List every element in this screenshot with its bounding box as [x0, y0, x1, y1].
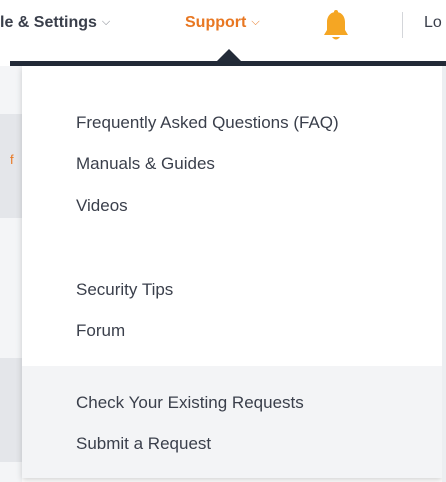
menu-item-forum[interactable]: Forum	[76, 321, 125, 341]
chevron-down-icon: ⌵	[101, 16, 111, 28]
chevron-down-icon: ⌵	[251, 16, 260, 28]
menu-item-faq[interactable]: Frequently Asked Questions (FAQ)	[76, 113, 339, 133]
background-edge	[442, 66, 446, 482]
nav-item-login[interactable]: Lo	[424, 14, 442, 32]
background-band	[0, 358, 22, 462]
menu-item-security-tips[interactable]: Security Tips	[76, 280, 173, 300]
background-text-fragment: f	[10, 152, 14, 167]
background-page: f	[0, 66, 22, 482]
menu-item-check-requests[interactable]: Check Your Existing Requests	[76, 393, 304, 413]
nav-item-support[interactable]: Support ⌵	[185, 14, 260, 32]
dropdown-footer: Check Your Existing Requests Submit a Re…	[22, 366, 442, 478]
nav-item-label: le & Settings	[0, 14, 97, 31]
menu-item-manuals-guides[interactable]: Manuals & Guides	[76, 154, 215, 174]
nav-divider	[402, 12, 403, 38]
menu-item-videos[interactable]: Videos	[76, 196, 128, 216]
bell-icon[interactable]	[321, 9, 351, 43]
nav-item-label: Support	[185, 14, 247, 31]
nav-item-profile-settings[interactable]: le & Settings ⌵	[0, 14, 110, 32]
top-navigation: le & Settings ⌵ Support ⌵ Lo	[0, 0, 446, 52]
support-dropdown-menu: Frequently Asked Questions (FAQ) Manuals…	[22, 66, 442, 478]
menu-item-submit-request[interactable]: Submit a Request	[76, 434, 211, 454]
